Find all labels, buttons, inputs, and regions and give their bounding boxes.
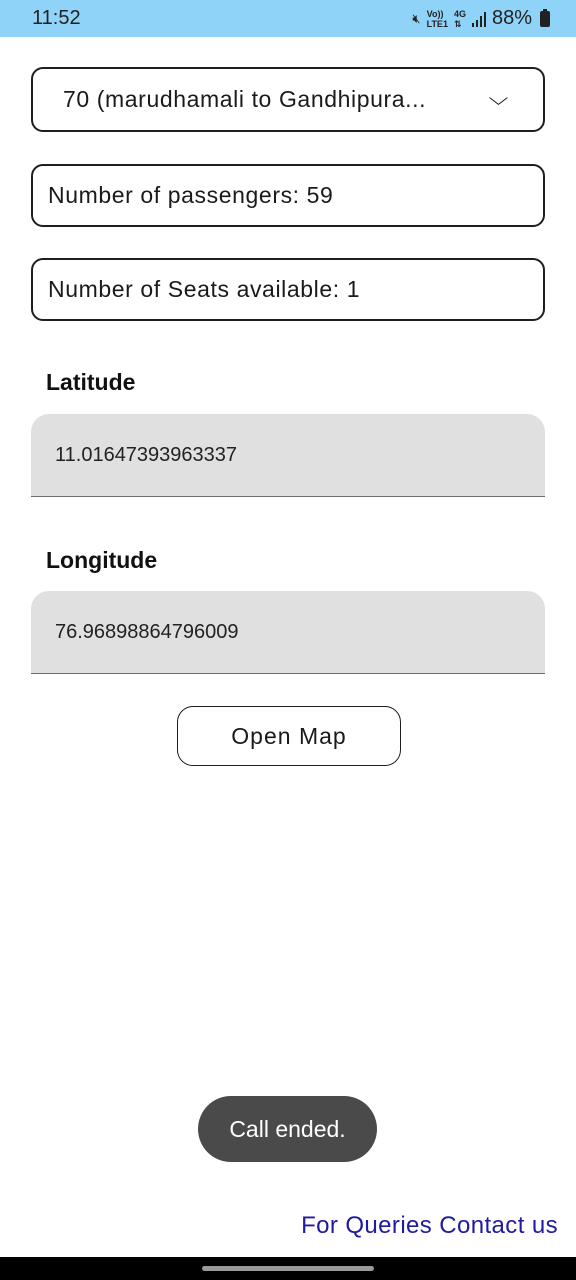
latitude-label: Latitude: [46, 369, 136, 395]
passengers-count-box: Number of passengers: 59: [31, 164, 545, 227]
navigation-bar: [0, 1257, 576, 1280]
latitude-value: 11.01647393963337: [55, 443, 238, 466]
signal-icon: [471, 11, 486, 27]
battery-icon: [540, 8, 550, 27]
route-dropdown[interactable]: 70 (marudhamali to Gandhipura... ⌵: [31, 67, 545, 132]
home-gesture-handle[interactable]: [202, 1266, 374, 1271]
status-bar: 11:52 🔇︎ Vo)) LTE1 4G ⇅ 88%: [0, 0, 576, 37]
passengers-count-text: Number of passengers: 59: [48, 182, 334, 208]
route-selected-value: 70 (marudhamali to Gandhipura...: [63, 86, 427, 112]
mute-icon: 🔇︎: [412, 11, 421, 26]
chevron-down-icon: ⌵: [488, 88, 510, 110]
battery-percent: 88%: [491, 7, 532, 29]
longitude-field[interactable]: 76.96898864796009: [31, 591, 545, 674]
toast-message: Call ended.: [198, 1096, 377, 1162]
network-indicator: Vo)) LTE1: [426, 8, 448, 29]
longitude-label: Longitude: [46, 547, 158, 573]
status-time: 11:52: [32, 7, 81, 29]
network-type-indicator: 4G ⇅: [453, 8, 466, 29]
contact-us-link[interactable]: For Queries Contact us: [301, 1212, 558, 1240]
longitude-value: 76.96898864796009: [55, 620, 239, 643]
latitude-field[interactable]: 11.01647393963337: [31, 414, 545, 497]
status-icons: 🔇︎ Vo)) LTE1 4G ⇅ 88%: [412, 7, 550, 30]
seats-available-text: Number of Seats available: 1: [48, 276, 361, 302]
open-map-button[interactable]: Open Map: [177, 706, 401, 766]
seats-available-box: Number of Seats available: 1: [31, 258, 545, 321]
